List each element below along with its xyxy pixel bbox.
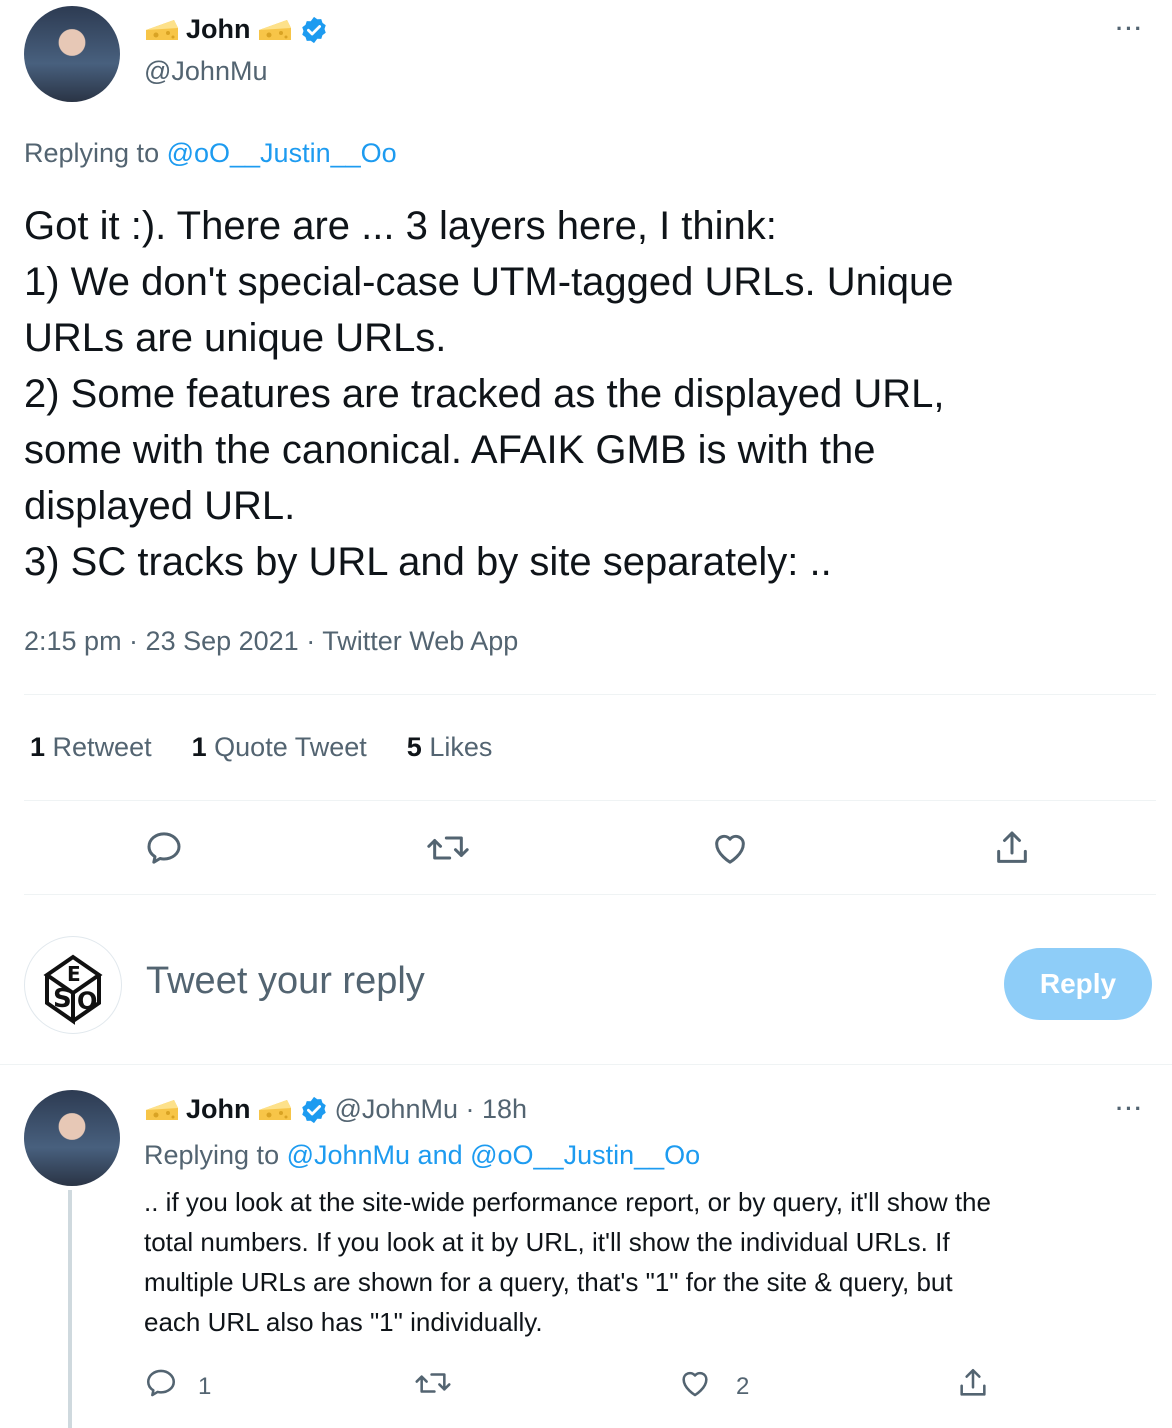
likes-label: Likes — [429, 732, 493, 762]
composer-avatar: S O E — [24, 936, 122, 1034]
tweet-text-line: URLs are unique URLs. — [24, 316, 447, 360]
replying-to: Replying to @oO__Justin__Oo — [24, 138, 397, 169]
author-name[interactable]: John — [144, 14, 329, 45]
tweet-text-line: 3) SC tracks by URL and by site separate… — [24, 540, 832, 584]
tweet-text: Got it :). There are ... 3 layers here, … — [24, 198, 1154, 590]
divider — [24, 694, 1156, 695]
reply-replying-to: Replying to @JohnMu and @oO__Justin__Oo — [144, 1140, 700, 1171]
reply-text-line: .. if you look at the site-wide performa… — [144, 1187, 991, 1217]
reply-icon — [144, 1366, 178, 1407]
quotes-count: 1 — [191, 732, 207, 762]
quotes-stat[interactable]: 1 Quote Tweet — [192, 732, 367, 763]
cheese-emoji-icon — [144, 1096, 180, 1124]
svg-text:E: E — [67, 962, 81, 986]
tweet-text-line: 1) We don't special-case UTM-tagged URLs… — [24, 260, 954, 304]
reply-text-line: each URL also has "1" individually. — [144, 1307, 543, 1337]
share-icon[interactable] — [956, 1366, 990, 1400]
retweet-icon[interactable] — [414, 1366, 452, 1400]
divider — [24, 894, 1156, 895]
reply-author-name[interactable]: John — [186, 1094, 251, 1125]
reply-handle-time[interactable]: @JohnMu · 18h — [335, 1094, 528, 1125]
like-icon — [678, 1366, 712, 1407]
author-handle[interactable]: @JohnMu — [144, 56, 267, 87]
tweet-text-line: 2) Some features are tracked as the disp… — [24, 372, 945, 416]
divider — [0, 1064, 1172, 1065]
reply-icon[interactable] — [144, 828, 184, 868]
reply-text-line: total numbers. If you look at it by URL,… — [144, 1227, 950, 1257]
like-icon[interactable] — [710, 828, 750, 868]
more-options-icon[interactable]: ··· — [1116, 16, 1144, 42]
quotes-label: Quote Tweet — [214, 732, 367, 762]
retweets-stat[interactable]: 1 Retweet — [30, 732, 152, 763]
likes-count: 5 — [406, 732, 422, 762]
tweet-text-line: Got it :). There are ... 3 layers here, … — [24, 204, 777, 248]
reply-button[interactable]: Reply — [1004, 948, 1152, 1020]
reply-text: .. if you look at the site-wide performa… — [144, 1182, 1154, 1342]
tweet-text-line: displayed URL. — [24, 484, 296, 528]
cheese-emoji-icon — [144, 16, 180, 44]
like-count: 2 — [736, 1372, 750, 1400]
retweets-label: Retweet — [52, 732, 152, 762]
reply-replying-prefix: Replying to — [144, 1140, 287, 1170]
reply-count: 1 — [198, 1372, 212, 1400]
divider — [24, 800, 1156, 801]
retweets-count: 1 — [30, 732, 46, 762]
reply-text-line: multiple URLs are shown for a query, tha… — [144, 1267, 953, 1297]
reply-like-action[interactable]: 2 — [678, 1366, 749, 1407]
reply-replying-to-links[interactable]: @JohnMu and @oO__Justin__Oo — [287, 1140, 701, 1170]
cheese-emoji-icon — [257, 1096, 293, 1124]
reply-reply-action[interactable]: 1 — [144, 1366, 211, 1407]
svg-text:O: O — [77, 987, 97, 1015]
replying-to-link[interactable]: @oO__Justin__Oo — [167, 138, 397, 168]
svg-text:S: S — [53, 984, 72, 1014]
replying-to-prefix: Replying to — [24, 138, 167, 168]
reply-more-options-icon[interactable]: ··· — [1116, 1096, 1144, 1122]
cheese-emoji-icon — [257, 16, 293, 44]
reply-input[interactable]: Tweet your reply — [146, 960, 966, 1003]
retweet-icon[interactable] — [426, 828, 470, 868]
verified-badge-icon — [299, 1095, 329, 1125]
author-avatar[interactable] — [24, 6, 120, 102]
author-name-text: John — [186, 14, 251, 44]
verified-badge-icon — [299, 15, 329, 45]
share-icon[interactable] — [992, 828, 1032, 868]
reply-author-avatar[interactable] — [24, 1090, 120, 1186]
likes-stat[interactable]: 5 Likes — [407, 732, 493, 763]
tweet-text-line: some with the canonical. AFAIK GMB is wi… — [24, 428, 876, 472]
reply-author-row: John @JohnMu · 18h — [144, 1094, 527, 1125]
stats-row: 1 Retweet 1 Quote Tweet 5 Likes — [30, 732, 492, 763]
tweet-meta[interactable]: 2:15 pm · 23 Sep 2021 · Twitter Web App — [24, 626, 518, 657]
thread-line — [68, 1190, 72, 1428]
